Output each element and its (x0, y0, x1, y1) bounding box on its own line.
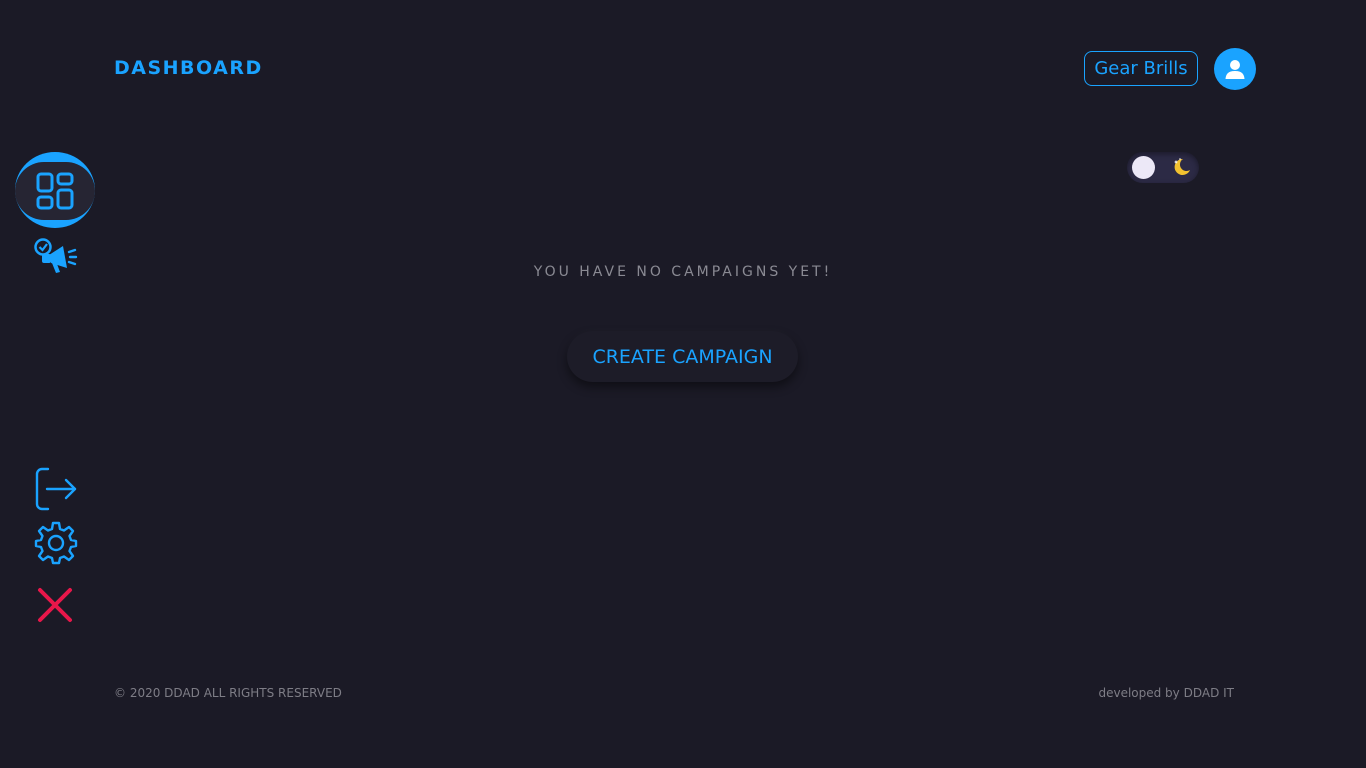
create-campaign-button[interactable]: CREATE CAMPAIGN (567, 331, 798, 382)
close-icon[interactable] (36, 586, 74, 624)
footer-developer: developed by DDAD IT (1098, 686, 1234, 700)
empty-state-message: YOU HAVE NO CAMPAIGNS YET! (533, 264, 833, 280)
logout-icon[interactable] (34, 467, 78, 511)
moon-icon (1174, 158, 1190, 175)
user-icon (1225, 60, 1245, 79)
sidebar-item-dashboard-inner (15, 162, 95, 220)
dashboard-page: DASHBOARD Gear Brills YOU HAVE NO CAMPAI… (0, 0, 1366, 768)
sidebar-item-dashboard[interactable] (15, 152, 95, 228)
page-title: DASHBOARD (114, 57, 263, 79)
footer-copyright: © 2020 DDAD ALL RIGHTS RESERVED (114, 686, 342, 700)
toggle-knob (1132, 156, 1155, 179)
user-name-button[interactable]: Gear Brills (1084, 51, 1198, 86)
theme-toggle[interactable] (1127, 152, 1199, 183)
dashboard-grid-icon (36, 172, 74, 210)
avatar[interactable] (1214, 48, 1256, 90)
gear-icon[interactable] (33, 520, 79, 566)
